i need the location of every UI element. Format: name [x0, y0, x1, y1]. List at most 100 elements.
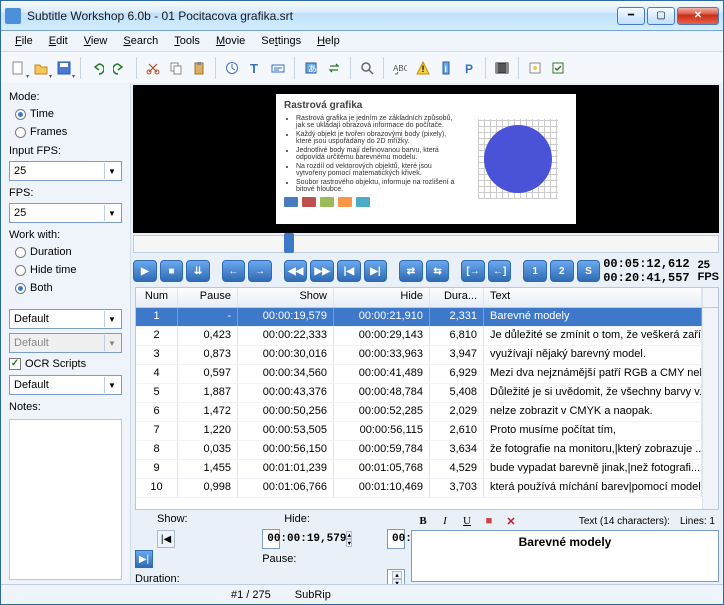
open-button[interactable]: [30, 57, 52, 79]
grid-body[interactable]: 1-00:00:19,57900:00:21,9102,331Barevné m…: [136, 308, 702, 509]
italic-button[interactable]: I: [437, 513, 453, 529]
color-button[interactable]: ■: [481, 513, 497, 529]
cut-button[interactable]: [142, 57, 164, 79]
menu-help[interactable]: Help: [309, 33, 348, 49]
menu-search[interactable]: Search: [115, 33, 166, 49]
warning-button[interactable]: !: [412, 57, 434, 79]
next-sub-button[interactable]: ▶|: [364, 260, 388, 282]
sidebar: Mode: Time Frames Input FPS: 25▼ FPS: 25…: [1, 83, 131, 584]
table-row[interactable]: 71,22000:00:53,50500:00:56,1152,610Proto…: [136, 422, 702, 441]
rewind-button[interactable]: ◀◀: [284, 260, 308, 282]
menubar: File Edit View Search Tools Movie Settin…: [1, 31, 723, 51]
prev-sub-button[interactable]: |◀: [337, 260, 361, 282]
text-button[interactable]: T: [244, 57, 266, 79]
work-both-radio[interactable]: Both: [9, 281, 122, 295]
table-row[interactable]: 30,87300:00:30,01600:00:33,9633,947využí…: [136, 346, 702, 365]
menu-file[interactable]: File: [7, 33, 41, 49]
jump-1-button[interactable]: 1: [523, 260, 547, 282]
translate-button[interactable]: あ: [300, 57, 322, 79]
col-show[interactable]: Show: [238, 288, 334, 307]
mode-frames-radio[interactable]: Frames: [9, 125, 122, 139]
menu-view[interactable]: View: [76, 33, 116, 49]
skip-fwd-button[interactable]: →: [248, 260, 272, 282]
pascal-button[interactable]: P: [458, 57, 480, 79]
copy-button[interactable]: [165, 57, 187, 79]
table-row[interactable]: 1-00:00:19,57900:00:21,9102,331Barevné m…: [136, 308, 702, 327]
work-duration-radio[interactable]: Duration: [9, 245, 122, 259]
info-button[interactable]: i: [435, 57, 457, 79]
fps-combo[interactable]: 25▼: [9, 203, 122, 223]
show-label: Show:: [157, 513, 280, 525]
jump-s-button[interactable]: S: [577, 260, 601, 282]
col-text[interactable]: Text: [484, 288, 702, 307]
spellcheck-button[interactable]: ABC: [389, 57, 411, 79]
paste-button[interactable]: [188, 57, 210, 79]
settings-button[interactable]: [524, 57, 546, 79]
toolbar: T あ ABC ! i P: [1, 51, 723, 83]
new-button[interactable]: [7, 57, 29, 79]
scrubber-thumb[interactable]: [284, 233, 294, 253]
menu-settings[interactable]: Settings: [253, 33, 309, 49]
table-row[interactable]: 51,88700:00:43,37600:00:48,7845,408Důlež…: [136, 384, 702, 403]
movie-button[interactable]: [491, 57, 513, 79]
table-row[interactable]: 100,99800:01:06,76600:01:10,4693,703kter…: [136, 479, 702, 498]
undo-button[interactable]: [86, 57, 108, 79]
work-hide-radio[interactable]: Hide time: [9, 263, 122, 277]
col-duration[interactable]: Dura...: [430, 288, 484, 307]
mode-time-radio[interactable]: Time: [9, 107, 122, 121]
menu-tools[interactable]: Tools: [166, 33, 208, 49]
table-row[interactable]: 61,47200:00:50,25600:00:52,2852,029nelze…: [136, 403, 702, 422]
mode-label: Mode:: [9, 91, 122, 103]
close-button[interactable]: ✕: [677, 7, 719, 25]
hide-time-input[interactable]: 00:00:21,910▲▼: [387, 529, 405, 549]
chevron-down-icon: ▼: [104, 311, 119, 327]
pause-time-input[interactable]: ▲▼: [387, 569, 405, 584]
subtitle-text-input[interactable]: Barevné modely: [411, 530, 719, 582]
raster-circle-graphic: [478, 119, 558, 199]
prev-subtitle-button[interactable]: |◀: [157, 530, 175, 548]
output-button[interactable]: [547, 57, 569, 79]
duration-label: Duration:: [135, 573, 258, 584]
menu-movie[interactable]: Movie: [208, 33, 253, 49]
maximize-button[interactable]: ▢: [647, 7, 675, 25]
sync-prev-button[interactable]: ⇄: [399, 260, 423, 282]
style-combo-1[interactable]: Default▼: [9, 309, 122, 329]
mark-out-button[interactable]: ←]: [488, 260, 512, 282]
bold-button[interactable]: B: [415, 513, 431, 529]
next-subtitle-button[interactable]: ▶|: [135, 550, 153, 568]
stop-button[interactable]: ■: [160, 260, 184, 282]
forward-button[interactable]: ▶▶: [310, 260, 334, 282]
mark-in-button[interactable]: [→: [461, 260, 485, 282]
menu-edit[interactable]: Edit: [41, 33, 76, 49]
video-scrubber[interactable]: [133, 235, 719, 253]
underline-button[interactable]: U: [459, 513, 475, 529]
subtitle-button[interactable]: [267, 57, 289, 79]
chevron-down-icon: ▼: [104, 205, 119, 221]
input-fps-combo[interactable]: 25▼: [9, 161, 122, 181]
table-row[interactable]: 20,42300:00:22,33300:00:29,1436,810Je dů…: [136, 327, 702, 346]
timing-button[interactable]: [221, 57, 243, 79]
swap-button[interactable]: [323, 57, 345, 79]
redo-button[interactable]: [109, 57, 131, 79]
play-button[interactable]: ▶: [133, 260, 157, 282]
sync-next-button[interactable]: ⇆: [426, 260, 450, 282]
video-preview[interactable]: Rastrová grafika Rastrová grafika je jed…: [133, 85, 719, 233]
notes-textarea[interactable]: [9, 419, 122, 580]
save-button[interactable]: [53, 57, 75, 79]
ocr-combo[interactable]: Default▼: [9, 375, 122, 395]
col-num[interactable]: Num: [136, 288, 178, 307]
show-time-input[interactable]: 00:00:19,579▲▼: [262, 529, 280, 549]
minimize-button[interactable]: ━: [617, 7, 645, 25]
ocr-scripts-checkbox[interactable]: OCR Scripts: [9, 357, 122, 371]
remove-tags-button[interactable]: ✕: [503, 513, 519, 529]
table-row[interactable]: 80,03500:00:56,15000:00:59,7843,634že fo…: [136, 441, 702, 460]
table-row[interactable]: 40,59700:00:34,56000:00:41,4896,929Mezi …: [136, 365, 702, 384]
skip-back-button[interactable]: ←: [222, 260, 246, 282]
col-pause[interactable]: Pause: [178, 288, 238, 307]
table-row[interactable]: 91,45500:01:01,23900:01:05,7684,529bude …: [136, 460, 702, 479]
search-button[interactable]: [356, 57, 378, 79]
col-hide[interactable]: Hide: [334, 288, 430, 307]
jump-2-button[interactable]: 2: [550, 260, 574, 282]
scroll-toggle-button[interactable]: ⇊: [186, 260, 210, 282]
grid-scrollbar[interactable]: [702, 308, 718, 509]
